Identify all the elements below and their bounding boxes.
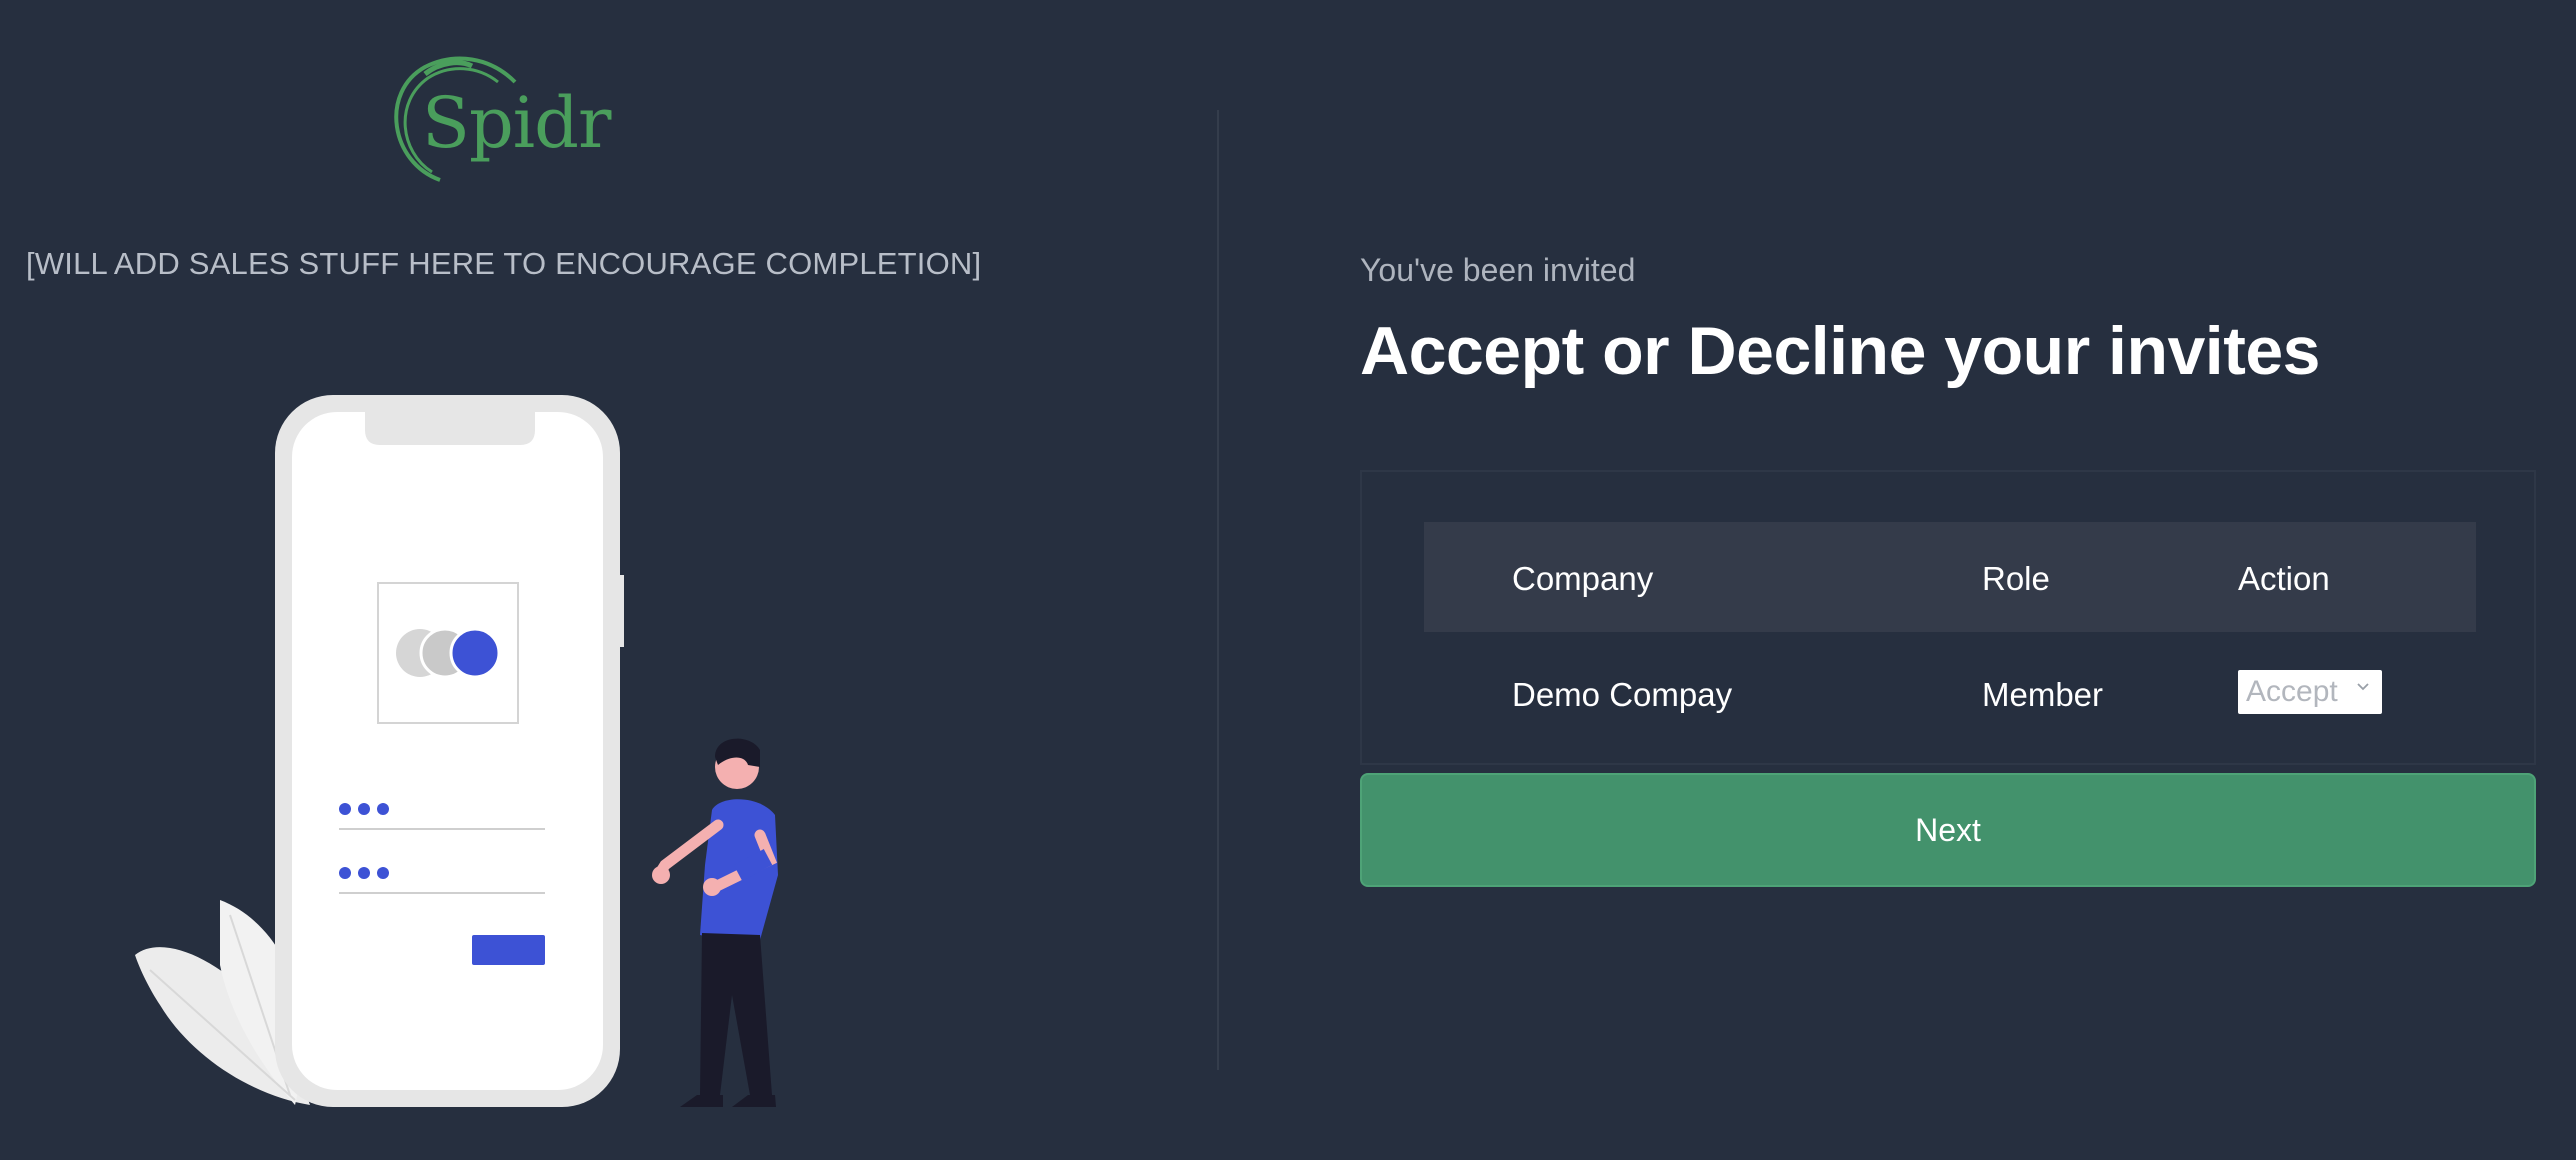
left-panel: Spidr [WILL ADD SALES STUFF HERE TO ENCO… [0, 0, 1217, 1160]
vertical-divider [1217, 110, 1219, 1070]
header-role: Role [1982, 560, 2050, 597]
action-select-value: Accept [2246, 675, 2338, 708]
table-header-row: Company Role Action [1424, 522, 2476, 632]
login-illustration [120, 395, 820, 1115]
next-button[interactable]: Next [1360, 773, 2536, 887]
header-action: Action [2238, 560, 2330, 597]
invites-table: Company Role Action Demo Compay Member A… [1360, 470, 2536, 765]
table-row: Demo Compay Member Accept [1424, 632, 2476, 762]
cell-role: Member [1982, 676, 2104, 713]
logo-text: Spidr [422, 82, 611, 164]
chevron-down-icon [2357, 683, 2369, 691]
page-title: Accept or Decline your invites [1360, 313, 2320, 389]
person-illustration [652, 738, 778, 1107]
invite-subtitle: You've been invited [1360, 252, 1636, 288]
phone-illustration [275, 395, 624, 1107]
header-company: Company [1512, 560, 1654, 597]
action-select[interactable]: Accept [2238, 670, 2382, 714]
cell-company: Demo Compay [1512, 676, 1733, 713]
sales-placeholder-text: [WILL ADD SALES STUFF HERE TO ENCOURAGE … [26, 246, 982, 281]
spidr-logo: Spidr [380, 52, 611, 187]
